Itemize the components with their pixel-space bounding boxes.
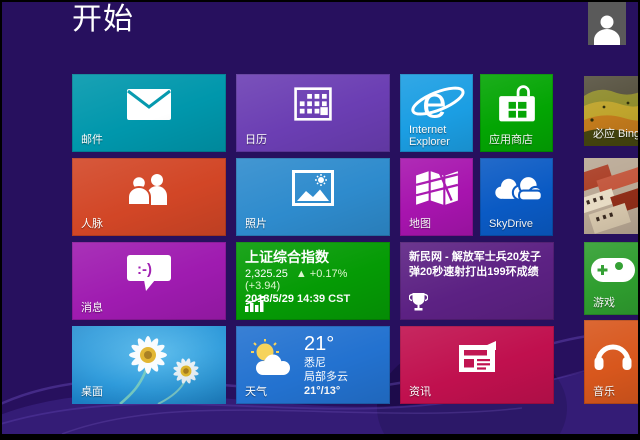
- tile-label: 邮件: [81, 134, 103, 146]
- tile-label: 游戏: [593, 297, 615, 309]
- game-controller-icon: [584, 246, 638, 293]
- stock-quote-row: 2,325.25 ▲ +0.17% (+3.94): [245, 268, 381, 292]
- user-avatar[interactable]: [588, 2, 626, 45]
- tile-label: 照片: [245, 218, 267, 230]
- tile-sports-news[interactable]: 新民网 - 解放军士兵20发子弹20秒速射打出199环成绩: [400, 242, 554, 320]
- calendar-icon: [236, 74, 390, 134]
- page-title: 开始: [72, 3, 134, 36]
- tile-desktop[interactable]: 桌面: [72, 326, 226, 404]
- tile-label: 人脉: [81, 218, 103, 230]
- weather-readout: 21° 悉尼 局部多云 21°/13°: [304, 332, 348, 398]
- svg-text::-): :-): [137, 261, 152, 278]
- tile-label: 日历: [245, 134, 267, 146]
- tile-label: 天气: [245, 386, 267, 398]
- trophy-icon: [409, 293, 428, 311]
- tile-label: 音乐: [593, 386, 615, 398]
- mail-icon: [72, 74, 226, 134]
- messaging-bubble-icon: :-): [72, 242, 226, 302]
- tile-label: 消息: [81, 302, 103, 314]
- user-silhouette-icon: [594, 15, 620, 45]
- photos-icon: [236, 158, 390, 218]
- tile-bing[interactable]: 必应 Bing: [584, 76, 638, 146]
- tile-finance[interactable]: 上证综合指数 2,325.25 ▲ +0.17% (+3.94) 2013/5/2…: [236, 242, 390, 320]
- tile-travel[interactable]: [584, 158, 638, 234]
- internet-explorer-icon: e: [400, 78, 473, 127]
- headphones-icon: [584, 324, 638, 382]
- weather-high-low: 21°/13°: [304, 385, 341, 397]
- tile-label: SkyDrive: [489, 218, 534, 230]
- weather-temperature: 21°: [304, 333, 335, 355]
- tile-label: 必应 Bing: [593, 128, 638, 140]
- tile-internet-explorer[interactable]: e Internet Explorer: [400, 74, 473, 152]
- sports-headline: 新民网 - 解放军士兵20发子弹20秒速射打出199环成绩: [409, 251, 542, 278]
- travel-rooftops-photo: [584, 158, 638, 234]
- svg-text:e: e: [422, 79, 447, 127]
- tile-calendar[interactable]: 日历: [236, 74, 390, 152]
- sun-cloud-icon: [251, 339, 290, 375]
- weather-city: 悉尼: [304, 357, 326, 369]
- tile-skydrive[interactable]: SkyDrive: [480, 158, 553, 236]
- skydrive-clouds-icon: [480, 162, 553, 214]
- tile-messaging[interactable]: :-) 消息: [72, 242, 226, 320]
- stock-chart-icon: [245, 296, 266, 312]
- tile-label: 资讯: [409, 386, 431, 398]
- start-screen: 开始 邮件 日历 e Internet Explorer 应用商店 人脉 照片 …: [2, 2, 638, 434]
- tile-maps[interactable]: 地图: [400, 158, 473, 236]
- tile-label: 应用商店: [489, 134, 533, 146]
- tile-label: 桌面: [81, 386, 103, 398]
- tile-people[interactable]: 人脉: [72, 158, 226, 236]
- tile-store[interactable]: 应用商店: [480, 74, 553, 152]
- store-bag-icon: [480, 78, 553, 130]
- tile-news[interactable]: 资讯: [400, 326, 554, 404]
- tile-weather[interactable]: 21° 悉尼 局部多云 21°/13° 天气: [236, 326, 390, 404]
- tile-music[interactable]: 音乐: [584, 320, 638, 404]
- tile-label: 地图: [409, 218, 431, 230]
- tile-label: Internet Explorer: [409, 124, 450, 148]
- stock-index-name: 上证综合指数: [245, 249, 329, 265]
- maps-icon: [400, 162, 473, 214]
- screenshot-frame: 开始 邮件 日历 e Internet Explorer 应用商店 人脉 照片 …: [0, 0, 640, 440]
- newspaper-icon: [400, 326, 554, 386]
- tile-mail[interactable]: 邮件: [72, 74, 226, 152]
- stock-price: 2,325.25: [245, 268, 288, 280]
- tile-games[interactable]: 游戏: [584, 242, 638, 315]
- weather-condition: 局部多云: [304, 371, 348, 383]
- tile-photos[interactable]: 照片: [236, 158, 390, 236]
- people-icon: [72, 158, 226, 218]
